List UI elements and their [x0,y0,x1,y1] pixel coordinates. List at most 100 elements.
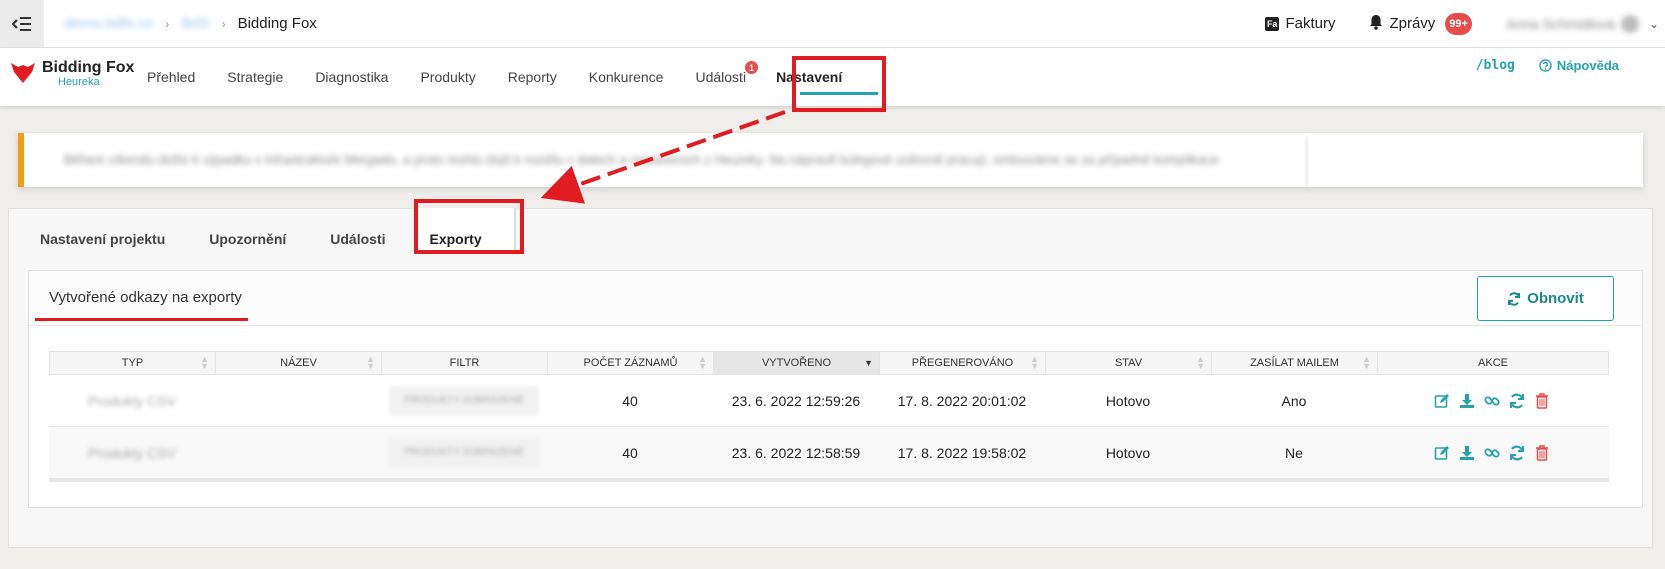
cell-pregenerovano: 17. 8. 2022 19:58:02 [897,444,1027,461]
alert-banner-extension [1308,133,1643,187]
nav-produkty[interactable]: Produkty [420,69,475,85]
logo[interactable]: Bidding Fox Heureka [10,60,134,88]
sort-icon: ▲ ▼ [200,354,209,371]
cell-mail: Ne [1285,444,1303,461]
logo-sub: Heureka [58,76,100,88]
cell-stav: Hotovo [1105,392,1151,409]
collapse-menu-icon[interactable] [0,0,44,47]
col-stav-label: STAV [1114,357,1143,369]
user-menu[interactable]: Anna Schmidlová [1505,14,1639,33]
trash-icon[interactable] [1533,392,1551,410]
trash-icon[interactable] [1533,444,1551,462]
table-header: TYP ▲ ▼ NÁZEV ▲ ▼ FILTR POČET ZÁZNAMŮ ▲ ▼ VYTV… [49,351,1609,375]
download-icon[interactable] [1458,392,1476,410]
question-circle-icon [1539,59,1552,72]
zpravy-label: Zprávy [1389,15,1436,32]
regenerate-icon[interactable] [1508,444,1526,462]
chevron-right-icon: › [165,16,170,31]
col-akce: AKCE [1378,352,1608,374]
nav-reporty[interactable]: Reporty [508,69,557,85]
sort-icon: ▲ ▼ [698,354,707,371]
filter-tag: PRODUKTY ZOBRAZENÉ [389,437,539,468]
col-typ-label: TYP [121,357,144,369]
bell-icon [1369,14,1383,34]
col-vytvoreno-label: VYTVOŘENO [761,357,832,369]
cell-filtr: PRODUKTY ZOBRAZENÉ [381,385,547,416]
faktury-link[interactable]: Fa Faktury [1264,15,1335,32]
cell-filtr: PRODUKTY ZOBRAZENÉ [381,437,547,468]
col-mail-label: ZASÍLAT MAILEM [1250,357,1339,369]
refresh-button[interactable]: Obnovit [1477,276,1614,321]
col-stav[interactable]: STAV ▲ ▼ [1046,352,1212,374]
nav-udalosti-label: Události [695,69,747,85]
nav-diagnostika[interactable]: Diagnostika [315,69,388,85]
messages-count-badge: 99+ [1445,12,1472,35]
col-filtr: FILTR [382,352,548,374]
link-icon[interactable] [1483,392,1501,410]
col-mail[interactable]: ZASÍLAT MAILEM ▲ ▼ [1212,352,1378,374]
col-pocet[interactable]: POČET ZÁZNAMŮ ▲ ▼ [548,352,714,374]
invoice-icon: Fa [1264,16,1280,31]
tab-nastaveni-projektu[interactable]: Nastavení projektu [40,231,165,247]
chevron-right-icon: › [221,16,226,31]
alert-banner: Během víkendu došlo k výpadku v infrastr… [18,133,1308,187]
sort-icon: ▲ ▼ [1196,354,1205,371]
breadcrumb-domain[interactable]: demo.bdfx.cz [64,15,153,32]
events-badge: 1 [745,61,759,74]
filter-tag: PRODUKTY ZOBRAZENÉ [389,385,539,416]
help-link[interactable]: Nápověda [1539,58,1619,73]
help-label: Nápověda [1556,58,1619,73]
avatar [1620,14,1639,33]
edit-icon[interactable] [1433,392,1451,410]
col-nazev-label: NÁZEV [280,357,317,369]
edit-icon[interactable] [1433,444,1451,462]
zpravy-link[interactable]: Zprávy 99+ [1369,12,1472,35]
card-header: Vytvořené odkazy na exporty Obnovit [29,271,1642,326]
cell-mail: Ano [1281,392,1307,409]
col-vytvoreno[interactable]: VYTVOŘENO ▼ [714,352,880,374]
download-icon[interactable] [1458,444,1476,462]
breadcrumb: demo.bdfx.cz › BdS › Bidding Fox [64,15,317,32]
blog-link[interactable]: /blog [1476,58,1515,73]
sort-desc-icon: ▼ [864,357,873,368]
top-bar: demo.bdfx.cz › BdS › Bidding Fox Fa Fakt… [0,0,1665,48]
refresh-label: Obnovit [1527,290,1584,307]
col-filtr-label: FILTR [449,357,480,369]
alert-text: Během víkendu došlo k výpadku v infrastr… [64,152,1223,167]
cell-pregenerovano: 17. 8. 2022 20:01:02 [897,392,1027,409]
nav-udalosti[interactable]: Události 1 [695,61,759,85]
chevron-down-icon[interactable]: ⌄ [1649,17,1659,31]
col-typ[interactable]: TYP ▲ ▼ [50,352,216,374]
refresh-icon [1508,291,1521,306]
link-icon[interactable] [1483,444,1501,462]
breadcrumb-project[interactable]: BdS [181,15,209,32]
col-pregenerovano[interactable]: PŘEGENEROVÁNO ▲ ▼ [880,352,1046,374]
cell-akce [1377,392,1607,410]
cell-typ: Produkty CSV [88,392,176,409]
nav-prehled[interactable]: Přehled [147,69,195,85]
exports-table: TYP ▲ ▼ NÁZEV ▲ ▼ FILTR POČET ZÁZNAMŮ ▲ ▼ VYTV… [49,351,1609,482]
sort-icon: ▲ ▼ [366,354,375,371]
highlight-box-tab [414,199,524,254]
nav-konkurence[interactable]: Konkurence [589,69,664,85]
col-pocet-label: POČET ZÁZNAMŮ [583,357,678,369]
cell-pocet: 40 [622,392,638,409]
logo-name: Bidding Fox [42,59,135,76]
cell-akce [1377,444,1607,462]
cell-vytvoreno: 23. 6. 2022 12:58:59 [731,444,861,461]
col-akce-label: AKCE [1478,357,1508,369]
tab-udalosti[interactable]: Události [330,231,385,247]
card-title: Vytvořené odkazy na exporty [49,289,242,306]
user-name: Anna Schmidlová [1505,15,1615,32]
sort-icon: ▲ ▼ [1362,354,1371,371]
nav-strategie[interactable]: Strategie [227,69,283,85]
card-title-underline [35,318,248,321]
regenerate-icon[interactable] [1508,392,1526,410]
cell-stav: Hotovo [1105,444,1151,461]
table-row: Produkty CSV PRODUKTY ZOBRAZENÉ 40 23. 6… [49,375,1609,427]
sort-icon: ▲ ▼ [1030,354,1039,371]
tab-upozorneni[interactable]: Upozornění [209,231,286,247]
exports-card: Vytvořené odkazy na exporty Obnovit TYP ▲… [28,270,1643,508]
col-pregenerovano-label: PŘEGENEROVÁNO [911,357,1014,369]
col-nazev[interactable]: NÁZEV ▲ ▼ [216,352,382,374]
